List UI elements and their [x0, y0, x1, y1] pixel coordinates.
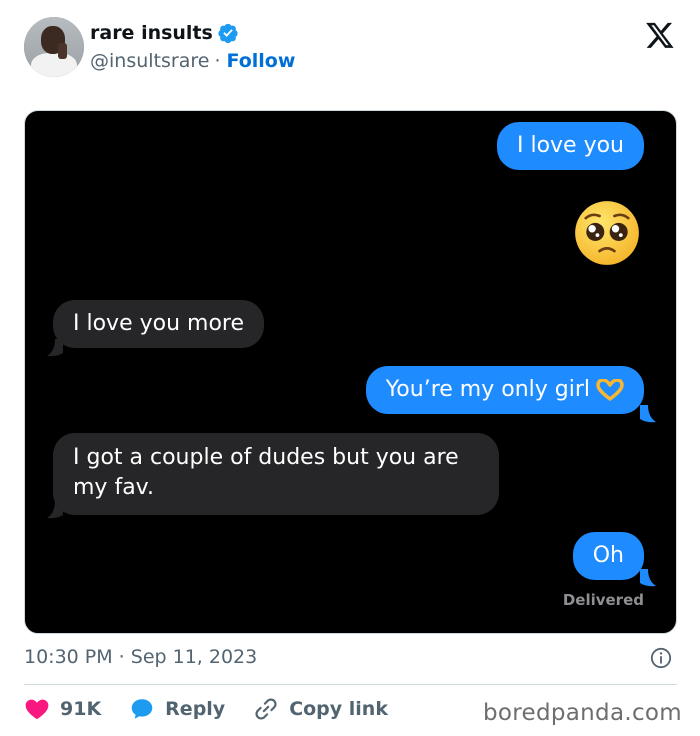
handle-row: @insultsrare · Follow [90, 50, 295, 72]
copy-link-label: Copy link [289, 698, 388, 720]
received-message: I got a couple of dudes but you are my f… [53, 433, 499, 515]
heart-icon [25, 699, 49, 720]
message-screenshot: I love you I love you more You’re my onl… [24, 110, 677, 634]
message-text: I love you more [73, 311, 245, 336]
avatar[interactable] [24, 17, 84, 77]
reply-button[interactable]: Reply [129, 696, 225, 722]
display-name[interactable]: rare insults [90, 22, 213, 44]
tweet-card: rare insults @insultsrare · Follow I lov… [0, 0, 700, 736]
like-button[interactable]: 91K [24, 696, 101, 722]
handle[interactable]: @insultsrare [90, 50, 209, 72]
separator: · [214, 50, 221, 72]
info-icon[interactable] [650, 647, 672, 669]
watermark: boredpanda.com [483, 700, 682, 726]
like-count: 91K [60, 698, 102, 720]
sent-message: I love you [496, 122, 644, 170]
sent-tail-icon [640, 405, 656, 423]
message-text: You’re my only girl [385, 377, 590, 402]
verified-badge-icon [218, 23, 238, 44]
reply-label: Reply [165, 698, 226, 720]
message-text: Oh [592, 543, 624, 568]
follow-button[interactable]: Follow [226, 50, 295, 72]
author-name-row: rare insults [90, 22, 239, 44]
delivery-status: Delivered [562, 591, 644, 609]
received-tail-icon [47, 339, 63, 357]
divider [24, 684, 677, 685]
pleading-face-icon [575, 201, 639, 265]
heart-hands-icon [596, 379, 624, 401]
message-text: I love you [516, 133, 624, 158]
tweet-actions: 91K Reply Copy link [24, 694, 416, 724]
sent-message: You’re my only girl [365, 366, 644, 414]
x-logo-icon[interactable] [644, 20, 676, 50]
message-text: I got a couple of dudes but you are my f… [73, 445, 459, 500]
received-tail-icon [47, 501, 63, 519]
sent-message: Oh [572, 532, 644, 580]
copy-link-button[interactable]: Copy link [253, 696, 388, 722]
tweet-timestamp[interactable]: 10:30 PM · Sep 11, 2023 [24, 646, 257, 668]
sent-tail-icon [640, 569, 656, 587]
received-message: I love you more [53, 300, 265, 348]
link-icon [255, 698, 277, 720]
reply-bubble-icon [131, 699, 153, 719]
